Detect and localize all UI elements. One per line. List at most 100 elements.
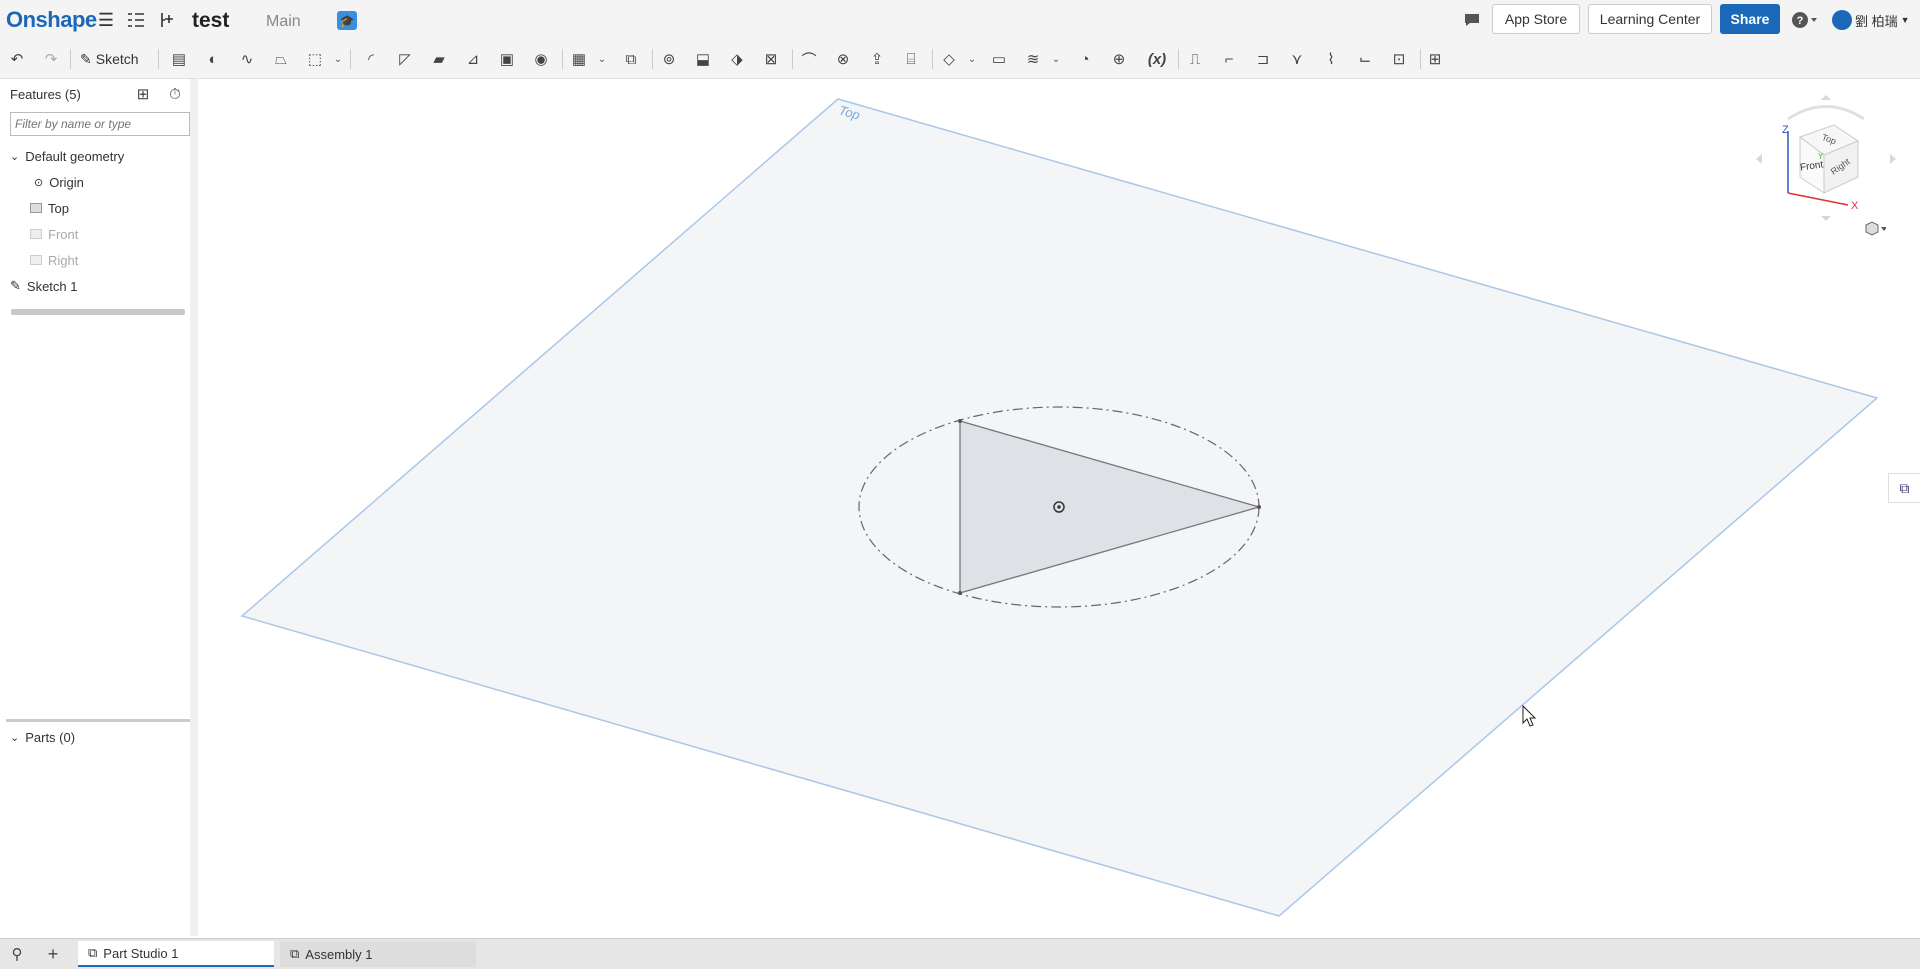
arrow-up-icon[interactable]: [1821, 95, 1831, 100]
document-title[interactable]: test: [192, 9, 229, 33]
insert-icon[interactable]: [155, 10, 177, 30]
thicken-icon[interactable]: ⬚: [304, 48, 326, 70]
view-cube[interactable]: Top Front Right Z X Y: [1748, 89, 1898, 229]
replace-face-icon[interactable]: ⌸: [900, 48, 922, 70]
tab-assembly-1[interactable]: ⧉ Assembly 1: [280, 941, 476, 967]
tab-tool-icon[interactable]: ⊐: [1252, 48, 1274, 70]
tab-manager-icon[interactable]: ⚲: [6, 943, 28, 965]
flange-icon[interactable]: ⌐: [1218, 48, 1240, 70]
revolve-icon[interactable]: ◐: [202, 48, 224, 70]
scene-svg: Top: [240, 98, 1879, 917]
arrow-down-icon[interactable]: [1821, 216, 1831, 221]
rotate-arc-icon[interactable]: [1787, 105, 1865, 121]
tab-part-studio-1[interactable]: ⧉ Part Studio 1: [78, 941, 274, 967]
move-face-icon[interactable]: ⇪: [866, 48, 888, 70]
modify-fillet-icon[interactable]: ⌒: [798, 48, 820, 70]
sketch-button-label: Sketch: [95, 51, 139, 67]
feature-list-icon[interactable]: [125, 10, 147, 30]
add-folder-icon[interactable]: ⊞: [132, 83, 154, 105]
redo-icon[interactable]: ↷: [40, 48, 62, 70]
tree-item-label: Right: [48, 252, 79, 268]
tree-item-label: Top: [48, 200, 69, 216]
tree-default-geometry[interactable]: ⌄ Default geometry: [10, 146, 124, 166]
parts-list-panel-icon[interactable]: ⧉: [1888, 473, 1920, 503]
sketch-button[interactable]: ✎ Sketch: [80, 48, 139, 70]
menu-icon[interactable]: ☰: [95, 10, 117, 30]
education-icon[interactable]: 🎓: [337, 11, 357, 30]
fillet-icon[interactable]: ◜: [360, 48, 382, 70]
onshape-logo[interactable]: Onshape: [6, 7, 97, 33]
draft-icon[interactable]: ▰: [428, 48, 450, 70]
extrude-icon[interactable]: ▤: [168, 48, 190, 70]
corner-icon[interactable]: ⌙: [1354, 48, 1376, 70]
panel-divider[interactable]: [6, 719, 198, 722]
undo-icon[interactable]: ↶: [6, 48, 28, 70]
feature-panel: Features (5) ⊞ ⏱ ⌄ Default geometry ⊙ Or…: [0, 79, 199, 936]
surface-icon[interactable]: ▭: [988, 48, 1010, 70]
view-mode-icon[interactable]: [1864, 218, 1886, 240]
joint-icon[interactable]: ⌇: [1320, 48, 1342, 70]
delete-part-icon[interactable]: ⊠: [760, 48, 782, 70]
parts-header[interactable]: ⌄ Parts (0): [10, 727, 75, 747]
chevron-down-icon[interactable]: ⌄: [10, 731, 19, 744]
app-store-button[interactable]: App Store: [1492, 4, 1580, 34]
chevron-down-icon[interactable]: ⌄: [596, 48, 608, 70]
chamfer-icon[interactable]: ◸: [394, 48, 416, 70]
chevron-down-icon[interactable]: ⌄: [332, 48, 344, 70]
vertex-point[interactable]: [958, 591, 962, 595]
mirror-icon[interactable]: ⧉: [620, 48, 642, 70]
parts-title: Parts (0): [25, 729, 76, 745]
tab-label: Part Studio 1: [103, 945, 179, 961]
vertex-point[interactable]: [958, 419, 962, 423]
split-icon[interactable]: ⬓: [692, 48, 714, 70]
tree-item-front[interactable]: Front: [30, 224, 78, 244]
pencil-icon: ✎: [10, 278, 21, 293]
chevron-down-icon[interactable]: ⌄: [966, 48, 978, 70]
helix-icon[interactable]: ≋: [1022, 48, 1044, 70]
arrow-left-icon[interactable]: [1756, 154, 1762, 164]
comment-icon[interactable]: [1461, 10, 1483, 30]
panel-scrollbar[interactable]: [190, 79, 198, 936]
help-icon[interactable]: ?: [1790, 10, 1820, 30]
chevron-down-icon[interactable]: ⌄: [10, 150, 19, 163]
loft-icon[interactable]: ⏢: [270, 48, 292, 70]
learning-center-button[interactable]: Learning Center: [1588, 4, 1712, 34]
sweep-icon[interactable]: ∿: [236, 48, 258, 70]
boolean-icon[interactable]: ⊚: [658, 48, 680, 70]
bend-icon[interactable]: ⋎: [1286, 48, 1308, 70]
vertex-point[interactable]: [1257, 505, 1261, 509]
mate-connector-icon[interactable]: ⊕: [1108, 48, 1130, 70]
shell-icon[interactable]: ▣: [496, 48, 518, 70]
tree-item-right[interactable]: Right: [30, 250, 78, 270]
tree-item-label: Front: [48, 226, 79, 242]
plane-icon[interactable]: ◇: [938, 48, 960, 70]
graphics-viewport[interactable]: Top Top Front Right Z X Y: [198, 79, 1920, 936]
user-menu[interactable]: 劉 柏瑞 ▼: [1832, 10, 1910, 30]
arrow-right-icon[interactable]: [1890, 154, 1896, 164]
variable-icon[interactable]: (x): [1142, 48, 1172, 70]
delete-face-icon[interactable]: ⊗: [832, 48, 854, 70]
rollback-timer-icon[interactable]: ⏱: [164, 83, 186, 105]
finish-sheet-metal-icon[interactable]: ⊡: [1388, 48, 1410, 70]
branch-name[interactable]: Main: [266, 13, 301, 31]
features-title: Features (5): [10, 87, 81, 102]
tree-item-sketch1[interactable]: ✎ Sketch 1: [10, 276, 78, 296]
chevron-down-icon[interactable]: ⌄: [1050, 48, 1062, 70]
sheet-metal-icon[interactable]: ⎍: [1184, 48, 1206, 70]
pencil-icon: ✎: [80, 50, 92, 67]
measure-icon[interactable]: ◔: [1074, 48, 1096, 70]
add-custom-feature-icon[interactable]: ⊞: [1424, 48, 1446, 70]
pattern-icon[interactable]: ▦: [568, 48, 590, 70]
rib-icon[interactable]: ⊿: [462, 48, 484, 70]
share-button[interactable]: Share: [1720, 4, 1780, 34]
transform-icon[interactable]: ⬗: [726, 48, 748, 70]
rollback-bar[interactable]: [11, 309, 185, 315]
tree-item-label: Sketch 1: [26, 278, 78, 294]
tree-item-origin[interactable]: ⊙ Origin: [34, 172, 84, 192]
tab-label: Assembly 1: [305, 946, 373, 962]
hole-icon[interactable]: ◉: [530, 48, 552, 70]
add-tab-icon[interactable]: +: [42, 943, 64, 965]
feature-filter-input[interactable]: [10, 112, 190, 136]
tree-item-top[interactable]: Top: [30, 198, 69, 218]
feature-toolbar: ↶ ↷ ✎ Sketch ▤ ◐ ∿ ⏢ ⬚ ⌄ ◜ ◸ ▰ ⊿ ▣ ◉ ▦ ⌄…: [0, 40, 1920, 79]
